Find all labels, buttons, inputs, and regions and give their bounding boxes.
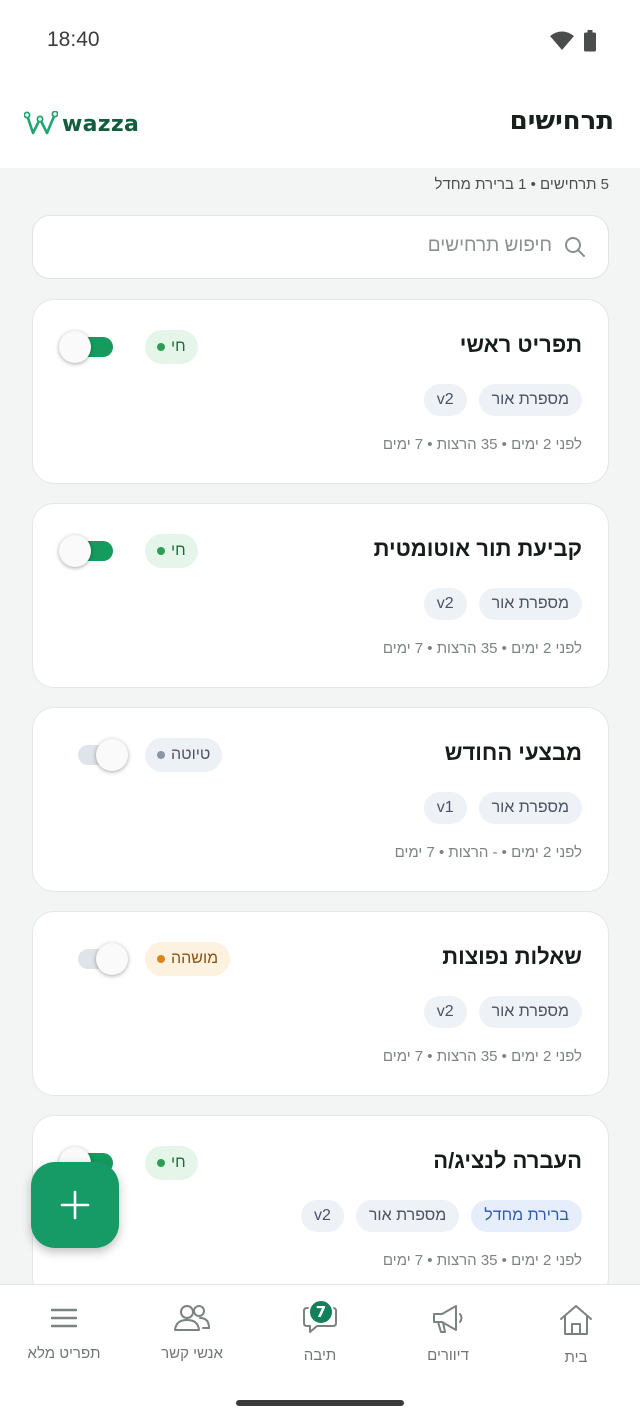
status-badge-label: חי	[171, 1154, 186, 1171]
menu-icon	[50, 1308, 78, 1328]
scenario-tags: מספרת אור v2	[423, 996, 582, 1028]
home-indicator	[236, 1400, 404, 1406]
nav-menu[interactable]: תפריט מלא	[0, 1303, 128, 1362]
status-badge-label: טיוטה	[171, 746, 211, 763]
status-dot-icon	[157, 1159, 165, 1167]
search-placeholder: חיפוש תרחישים	[427, 235, 552, 256]
nav-home[interactable]: בית	[512, 1303, 640, 1366]
scenario-meta: לפני 2 ימים • 35 הרצות • 7 ימים	[382, 640, 582, 657]
search-input[interactable]: חיפוש תרחישים	[32, 215, 609, 279]
tag: v2	[423, 996, 467, 1028]
scenario-title: מבצעי החודש	[444, 740, 582, 765]
scenario-toggle[interactable]	[59, 331, 113, 363]
scenario-meta: לפני 2 ימים • 35 הרצות • 7 ימים	[382, 1252, 582, 1269]
status-badge-label: חי	[171, 542, 186, 559]
add-scenario-button[interactable]	[31, 1162, 119, 1248]
status-dot-icon	[157, 547, 165, 555]
status-badge: חי	[145, 330, 198, 364]
scenario-card[interactable]: קביעת תור אוטומטית חי מספרת אור v2 לפני …	[32, 503, 609, 688]
tag: מספרת אור	[478, 996, 582, 1028]
status-badge: מושהה	[145, 942, 231, 976]
nav-menu-label: תפריט מלא	[27, 1345, 101, 1362]
nav-broadcasts-label: דיוורים	[427, 1347, 469, 1364]
scenario-tags: מספרת אור v2	[423, 588, 582, 620]
scenario-tags: ברירת מחדל מספרת אור v2	[300, 1200, 582, 1232]
tag: מספרת אור	[478, 588, 582, 620]
status-badge: טיוטה	[145, 738, 223, 772]
scenario-toggle[interactable]	[78, 739, 128, 771]
status-dot-icon	[157, 751, 165, 759]
scenario-meta: לפני 2 ימים • 35 הרצות • 7 ימים	[382, 1048, 582, 1065]
tag: מספרת אור	[478, 792, 582, 824]
status-badge: חי	[145, 534, 198, 568]
status-badge: חי	[145, 1146, 198, 1180]
scenario-title: תפריט ראשי	[459, 332, 582, 357]
scenario-title: קביעת תור אוטומטית	[373, 536, 582, 561]
battery-icon	[584, 30, 596, 52]
nav-contacts[interactable]: אנשי קשר	[128, 1303, 256, 1362]
tag: v1	[423, 792, 467, 824]
nav-home-label: בית	[564, 1349, 588, 1366]
status-badge-label: חי	[171, 338, 186, 355]
scenario-card[interactable]: תפריט ראשי חי מספרת אור v2 לפני 2 ימים •…	[32, 299, 609, 484]
megaphone-icon	[433, 1305, 463, 1333]
inbox-badge: 7	[308, 1299, 334, 1325]
status-badge-label: מושהה	[171, 950, 219, 967]
search-icon	[565, 237, 585, 257]
status-time: 18:40	[47, 28, 100, 51]
app-bar: wazza תרחישים	[0, 80, 640, 168]
page-title: תרחישים	[509, 106, 614, 136]
scenario-toggle[interactable]	[59, 535, 113, 567]
scenario-meta: לפני 2 ימים • 35 הרצות • 7 ימים	[382, 436, 582, 453]
tag-default: ברירת מחדל	[471, 1200, 582, 1232]
status-dot-icon	[157, 955, 165, 963]
contacts-icon	[174, 1305, 211, 1331]
home-icon	[560, 1305, 592, 1335]
nav-broadcasts[interactable]: דיוורים	[384, 1303, 512, 1364]
scenario-tags: מספרת אור v2	[423, 384, 582, 416]
logo-text: wazza	[62, 111, 140, 137]
wifi-icon	[550, 31, 574, 50]
tag: v2	[423, 588, 467, 620]
tag: v2	[423, 384, 467, 416]
status-dot-icon	[157, 343, 165, 351]
scenario-card[interactable]: שאלות נפוצות מושהה מספרת אור v2 לפני 2 י…	[32, 911, 609, 1096]
plus-icon	[60, 1190, 90, 1220]
tag: מספרת אור	[355, 1200, 460, 1232]
scenarios-summary: 5 תרחישים • 1 ברירת מחדל	[434, 176, 609, 193]
status-bar: 18:40	[0, 0, 640, 80]
scenario-card[interactable]: מבצעי החודש טיוטה מספרת אור v1 לפני 2 ימ…	[32, 707, 609, 892]
nav-inbox-label: תיבה	[303, 1347, 337, 1364]
nav-contacts-label: אנשי קשר	[161, 1345, 223, 1362]
scenario-toggle[interactable]	[78, 943, 128, 975]
scenario-title: העברה לנציג/ה	[433, 1148, 582, 1173]
scenario-meta: לפני 2 ימים • - הרצות • 7 ימים	[394, 844, 582, 861]
nav-inbox[interactable]: 7 תיבה	[256, 1299, 384, 1364]
scenario-title: שאלות נפוצות	[442, 944, 582, 969]
tag: v2	[300, 1200, 344, 1232]
status-icons	[550, 30, 596, 52]
logo-mark-icon	[24, 111, 58, 135]
scenario-tags: מספרת אור v1	[423, 792, 582, 824]
tag: מספרת אור	[478, 384, 582, 416]
wazza-logo: wazza	[24, 111, 139, 137]
